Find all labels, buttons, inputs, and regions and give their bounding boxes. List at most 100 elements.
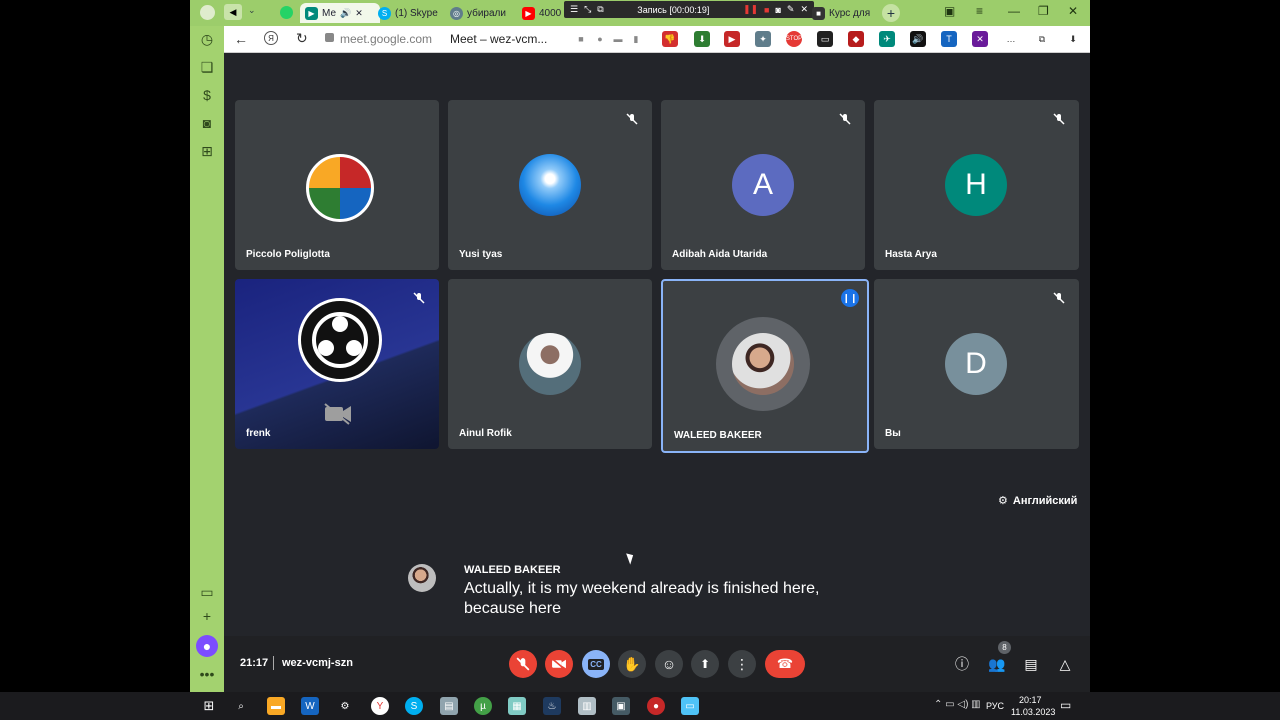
collections-icon[interactable]: ❏ <box>196 56 218 78</box>
mic-icon[interactable]: ● <box>592 31 608 47</box>
chevron-down-icon[interactable]: ⌄ <box>248 5 256 16</box>
close-icon[interactable]: ✕ <box>800 4 808 15</box>
word-icon[interactable]: W <box>301 697 319 715</box>
camera-off-button[interactable] <box>545 650 573 678</box>
chat-icon: ▤ <box>1024 655 1038 672</box>
bookmark-extension-icon[interactable]: ◆ <box>848 31 864 47</box>
tab-meet[interactable]: ▶ Ме 🔊 ✕ <box>300 3 380 23</box>
more-icon[interactable]: … <box>1003 31 1019 47</box>
url-field[interactable]: meet.google.com <box>340 32 432 46</box>
close-window-icon[interactable]: ✕ <box>1068 4 1078 18</box>
dislike-extension-icon[interactable]: 👎 <box>662 31 678 47</box>
raise-hand-button[interactable]: ✋ <box>618 650 646 678</box>
stop-icon[interactable]: ■ <box>764 5 769 15</box>
windows-start-icon[interactable]: ⊞ <box>200 697 218 715</box>
activities-button[interactable]: △ <box>1051 650 1079 678</box>
caption-language-button[interactable]: ⚙ Английский <box>998 494 1077 508</box>
new-tab-button[interactable]: + <box>882 4 900 22</box>
crop-icon[interactable]: ⧉ <box>597 4 603 15</box>
apps-icon[interactable]: ⊞ <box>196 140 218 162</box>
captions-button[interactable]: CC <box>582 650 610 678</box>
screenshot-icon[interactable]: ◙ <box>196 112 218 134</box>
pause-icon[interactable]: ❚❚ <box>743 4 758 15</box>
tab-skype[interactable]: S (1) Skype <box>378 3 440 23</box>
torrent-icon[interactable]: µ <box>474 697 492 715</box>
participant-tile[interactable]: Piccolo Poliglotta <box>235 100 439 270</box>
participant-tile[interactable]: Yusi tyas <box>448 100 652 270</box>
record-icon[interactable]: ● <box>647 697 665 715</box>
extensions-icon[interactable]: ⧉ <box>1034 31 1050 47</box>
participant-tile[interactable]: D Вы <box>874 279 1079 449</box>
keyboard-language[interactable]: РУС <box>986 701 1004 711</box>
minimize-icon[interactable]: — <box>1008 4 1020 18</box>
add-icon[interactable]: + <box>196 605 218 627</box>
explorer-icon[interactable]: ▬ <box>267 697 285 715</box>
reactions-button[interactable]: ☺ <box>655 650 683 678</box>
clock-date[interactable]: 11.03.2023 <box>1011 707 1055 717</box>
info-button[interactable]: ⓘ <box>948 650 976 678</box>
steam-icon[interactable]: ♨ <box>543 697 561 715</box>
bookmarks-icon[interactable]: ▣ <box>944 4 955 18</box>
participant-tile[interactable]: A Adibah Aida Utarida <box>661 100 865 270</box>
x-extension-icon[interactable]: ✕ <box>972 31 988 47</box>
display-icon[interactable]: ▭ <box>681 697 699 715</box>
yandex-protect-icon[interactable]: Я <box>264 31 278 45</box>
pip-icon[interactable]: ▬ <box>610 31 626 47</box>
people-button[interactable]: 👥 <box>983 650 1011 678</box>
keyboard-extension-icon[interactable]: ▭ <box>817 31 833 47</box>
compass-extension-icon[interactable]: ✦ <box>755 31 771 47</box>
settings-icon[interactable]: ⚙ <box>336 697 354 715</box>
more-icon[interactable]: ••• <box>196 663 218 685</box>
tray-icons[interactable]: ⌃ ▭ ◁) ▥ <box>934 699 981 710</box>
reload-icon[interactable]: ↻ <box>296 30 308 47</box>
window-icon[interactable]: ▭ <box>196 581 218 603</box>
files-icon[interactable]: ▥ <box>578 697 596 715</box>
participant-tile[interactable]: frenk <box>235 279 439 449</box>
tab-label: (1) Skype <box>395 7 438 19</box>
present-button[interactable]: ⬆ <box>691 650 719 678</box>
leave-call-button[interactable]: ☎ <box>765 650 805 678</box>
download-extension-icon[interactable]: ⬇ <box>694 31 710 47</box>
pen-icon[interactable]: ✎ <box>787 4 795 15</box>
menu-icon[interactable]: ☰ <box>570 4 578 15</box>
search-icon[interactable]: ⌕ <box>232 697 250 715</box>
restore-icon[interactable]: ❐ <box>1038 4 1049 18</box>
profile-icon[interactable] <box>200 5 215 20</box>
app-icon[interactable]: ▤ <box>440 697 458 715</box>
bookmark-icon[interactable]: ▮ <box>628 31 644 47</box>
speaker-extension-icon[interactable]: 🔊 <box>910 31 926 47</box>
clock-time[interactable]: 20:17 <box>1019 695 1042 705</box>
close-icon[interactable]: ✕ <box>355 8 363 19</box>
downloads-icon[interactable]: ⬇ <box>1065 31 1081 47</box>
sound-tab-icon[interactable]: ◀ <box>224 4 242 20</box>
menu-icon[interactable]: ≡ <box>976 4 983 18</box>
mic-off-button[interactable] <box>509 650 537 678</box>
camera-icon[interactable]: ◙ <box>775 5 780 15</box>
tab-label: Курс для <box>829 7 871 19</box>
notifications-icon[interactable]: ▭ <box>1060 698 1071 712</box>
back-icon[interactable]: ← <box>234 31 248 47</box>
tab-youtube[interactable]: ▶ 4000 <box>522 3 564 23</box>
meeting-code: wez-vcmj-szn <box>282 657 353 669</box>
video-extension-icon[interactable]: ▶ <box>724 31 740 47</box>
translate-extension-icon[interactable]: T <box>941 31 957 47</box>
stop-extension-icon[interactable]: STOP <box>786 31 802 47</box>
more-options-button[interactable]: ⋮ <box>728 650 756 678</box>
wallet-icon[interactable]: $ <box>196 84 218 106</box>
participant-tile[interactable]: H Hasta Arya <box>874 100 1079 270</box>
chat-button[interactable]: ▤ <box>1017 650 1045 678</box>
skype-icon[interactable]: S <box>405 697 423 715</box>
history-icon[interactable]: ◷ <box>196 28 218 50</box>
participant-tile-speaking[interactable]: ❙❙ WALEED BAKEER <box>661 279 869 453</box>
yandex-browser-icon[interactable]: Y <box>371 697 389 715</box>
notes-icon[interactable]: ▦ <box>508 697 526 715</box>
camera-icon[interactable]: ■ <box>573 31 589 47</box>
bird-extension-icon[interactable]: ✈ <box>879 31 895 47</box>
participant-tile[interactable]: Ainul Rofik <box>448 279 652 449</box>
tab-course[interactable]: ■ Курс для <box>812 3 872 23</box>
tab-app[interactable]: ◎ убирали <box>450 3 512 23</box>
whatsapp-tab-icon[interactable] <box>280 6 293 19</box>
photos-icon[interactable]: ▣ <box>612 697 630 715</box>
alice-icon[interactable]: ● <box>196 635 218 657</box>
resize-icon[interactable]: ⤡ <box>584 4 591 15</box>
